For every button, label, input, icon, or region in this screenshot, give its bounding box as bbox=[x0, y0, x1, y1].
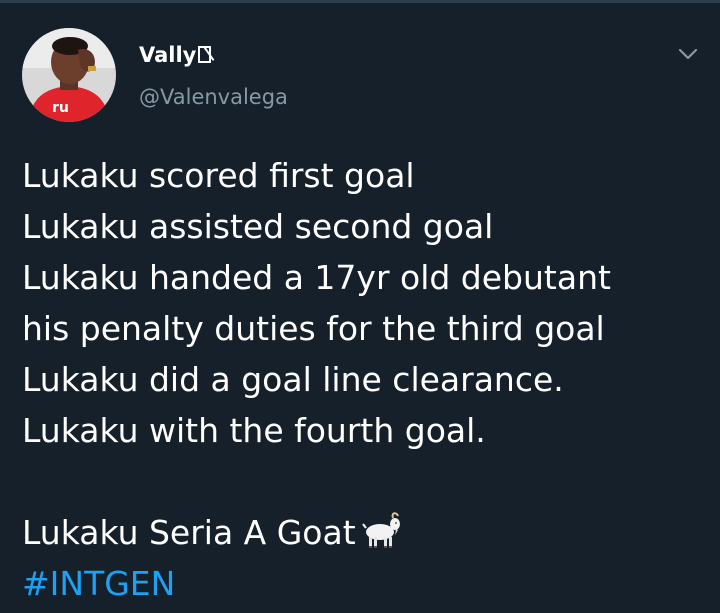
top-divider bbox=[0, 0, 720, 3]
chevron-down-icon[interactable] bbox=[676, 42, 700, 66]
goat-icon bbox=[360, 512, 402, 550]
author-display-name-text: Vally bbox=[139, 43, 197, 67]
tweet-line: Lukaku with the fourth goal. bbox=[22, 411, 486, 450]
tweet-line: Lukaku handed a 17yr old debutant bbox=[22, 258, 611, 297]
author-display-name[interactable]: Vally bbox=[139, 42, 212, 68]
avatar[interactable]: ru bbox=[22, 28, 116, 122]
hashtag-link[interactable]: #INTGEN bbox=[22, 558, 712, 609]
author-handle[interactable]: @Valenvalega bbox=[139, 84, 288, 110]
tweet-closing-text: Lukaku Seria A Goat bbox=[22, 513, 356, 552]
tweet-line: Lukaku did a goal line clearance. bbox=[22, 360, 564, 399]
avatar-image: ru bbox=[22, 28, 116, 122]
tweet-line: Lukaku assisted second goal bbox=[22, 207, 494, 246]
missing-glyph-box-icon bbox=[198, 46, 212, 63]
svg-text:ru: ru bbox=[52, 100, 69, 116]
tweet-closing-line: Lukaku Seria A Goat bbox=[22, 507, 712, 558]
tweet-line: Lukaku scored first goal bbox=[22, 156, 415, 195]
tweet-text: Lukaku scored first goal Lukaku assisted… bbox=[22, 150, 712, 609]
tweet-line: his penalty duties for the third goal bbox=[22, 309, 605, 348]
